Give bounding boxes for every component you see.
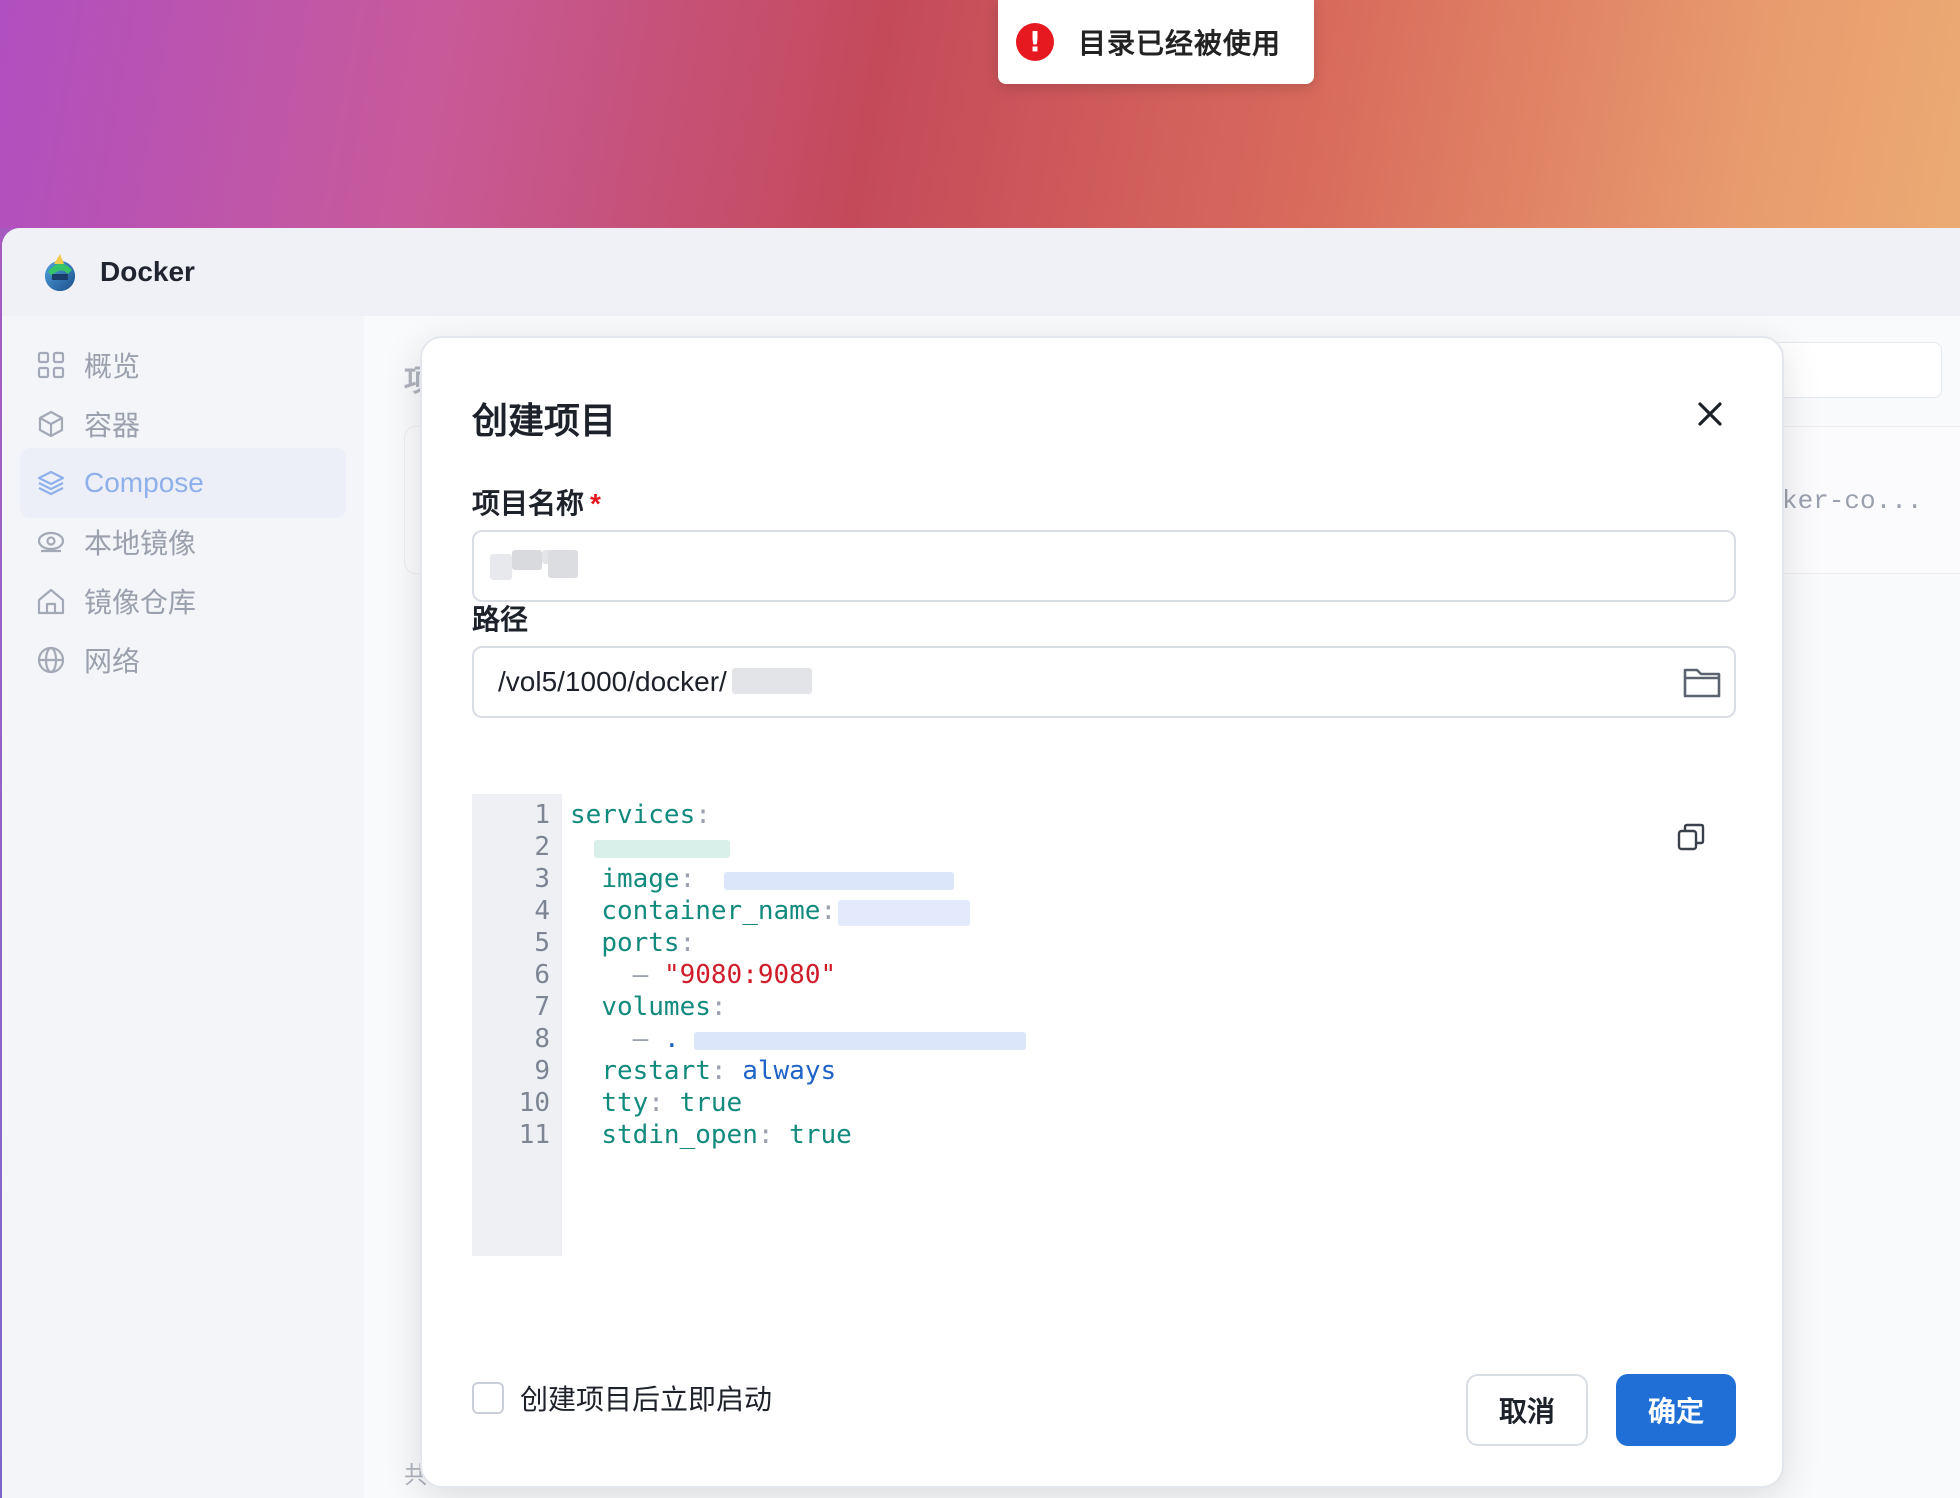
toast-message: 目录已经被使用 [1078, 28, 1282, 59]
search-input[interactable] [1772, 342, 1942, 398]
globe-icon [36, 645, 66, 675]
start-after-create-option[interactable]: 创建项目后立即启动 [472, 1378, 772, 1418]
line-number: 5 [534, 928, 550, 958]
redacted-text [724, 872, 954, 890]
title-bar: Docker [2, 228, 1960, 316]
layers-icon [36, 468, 66, 498]
create-project-dialog: 创建项目 项目名称* 路径 1 2 3 4 5 6 7 8 9 10 1 [420, 336, 1784, 1488]
compose-code-editor[interactable]: 1 2 3 4 5 6 7 8 9 10 11 services: image:… [472, 794, 1736, 1256]
start-after-create-checkbox[interactable] [472, 1382, 504, 1414]
disc-icon [36, 527, 66, 557]
sidebar-item-label: Compose [84, 467, 204, 498]
project-name-field[interactable] [472, 530, 1736, 602]
line-number: 4 [534, 896, 550, 926]
project-name-input[interactable] [474, 532, 1734, 600]
code-line: tty: true [601, 1088, 743, 1118]
sidebar-item-label: 本地镜像 [84, 528, 197, 559]
line-number: 3 [534, 864, 550, 894]
redacted-text [732, 668, 812, 694]
redacted-text [594, 840, 730, 858]
checkbox-label: 创建项目后立即启动 [520, 1384, 773, 1415]
line-number: 9 [534, 1056, 550, 1086]
code-line: services: [570, 800, 711, 830]
sidebar-item-network[interactable]: 网络 [20, 625, 346, 695]
line-number: 2 [534, 832, 550, 862]
redacted-text [548, 550, 578, 578]
line-number: 11 [518, 1120, 550, 1150]
confirm-button[interactable]: 确定 [1616, 1374, 1736, 1446]
redacted-text [694, 1032, 1026, 1050]
docker-logo-icon [38, 250, 82, 294]
line-number: 8 [534, 1024, 550, 1054]
grid-icon [36, 350, 66, 380]
app-title: Docker [100, 256, 195, 287]
home-icon [36, 586, 66, 616]
code-line: stdin_open: true [601, 1120, 852, 1150]
code-line: – "9080:9080" [632, 960, 837, 990]
dialog-title: 创建项目 [472, 400, 617, 441]
copy-icon[interactable] [1676, 822, 1706, 852]
error-toast: ! 目录已经被使用 [998, 0, 1314, 84]
redacted-text [490, 554, 512, 580]
close-icon[interactable] [1696, 400, 1724, 428]
redacted-text [838, 900, 970, 926]
sidebar-item-label: 容器 [84, 410, 141, 441]
path-input[interactable] [474, 648, 1734, 716]
project-row-text: ker-co... [1782, 486, 1923, 516]
sidebar-item-label: 网络 [84, 646, 141, 677]
line-number: 7 [534, 992, 550, 1022]
path-field[interactable] [472, 646, 1736, 718]
code-line: container_name: [570, 896, 970, 926]
path-label: 路径 [472, 604, 529, 635]
required-mark: * [590, 488, 601, 519]
code-line: – . [570, 1024, 1026, 1054]
box-icon [36, 409, 66, 439]
sidebar-item-label: 概览 [84, 351, 141, 382]
sidebar: 概览 容器 Compose 本地镜像 镜像仓库 网络 [2, 316, 364, 1498]
line-number: 1 [534, 800, 550, 830]
redacted-text [512, 550, 542, 570]
project-name-label: 项目名称 * [472, 488, 601, 519]
code-line: image: [570, 864, 954, 894]
folder-icon[interactable] [1682, 664, 1722, 700]
cancel-button[interactable]: 取消 [1466, 1374, 1588, 1446]
code-line: ports: [601, 928, 696, 958]
line-number-gutter: 1 2 3 4 5 6 7 8 9 10 11 [472, 794, 562, 1256]
error-icon: ! [1016, 23, 1054, 61]
line-number: 10 [518, 1088, 550, 1118]
sidebar-item-label: 镜像仓库 [84, 587, 197, 618]
code-line: volumes: [601, 992, 727, 1022]
code-line: restart: always [601, 1056, 837, 1086]
line-number: 6 [534, 960, 550, 990]
